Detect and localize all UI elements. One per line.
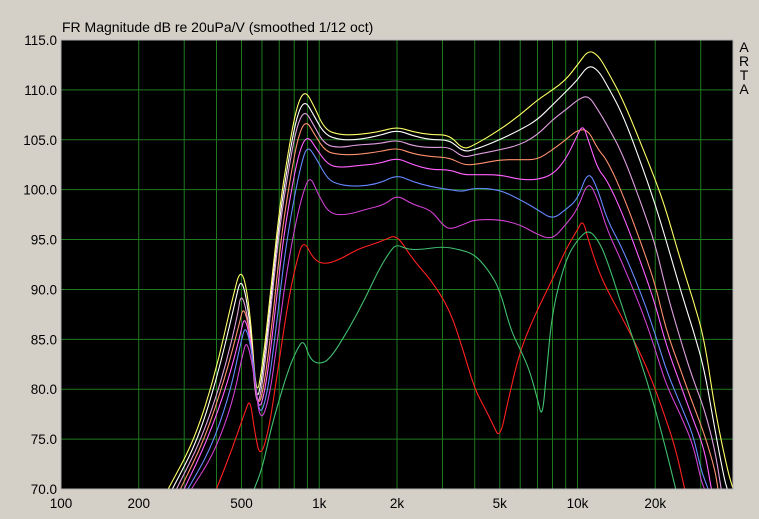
x-tick-label: 2k <box>390 496 405 511</box>
x-tick-label: 10k <box>567 496 589 511</box>
x-tick-label: 20k <box>644 496 666 511</box>
x-tick-label: 100 <box>50 496 73 511</box>
y-tick-label: 100.0 <box>23 183 57 198</box>
y-tick-label: 115.0 <box>24 33 57 48</box>
frequency-response-chart: 115.0 110.0 105.0 100.0 95.0 90.0 85.0 80.0 75.0… <box>23 33 734 511</box>
y-tick-label: 105.0 <box>23 133 57 148</box>
x-tick-label: 1k <box>312 496 327 511</box>
y-tick-label: 75.0 <box>31 432 57 447</box>
x-tick-label: 500 <box>230 496 253 511</box>
y-tick-label: 80.0 <box>31 382 57 397</box>
y-tick-label: 70.0 <box>31 482 57 497</box>
x-tick-label: 5k <box>493 496 508 511</box>
y-tick-label: 110.0 <box>24 83 57 98</box>
x-tick-label: 200 <box>127 496 150 511</box>
y-tick-label: 95.0 <box>31 233 57 248</box>
y-tick-label: 85.0 <box>31 332 57 347</box>
y-tick-label: 90.0 <box>31 282 57 297</box>
